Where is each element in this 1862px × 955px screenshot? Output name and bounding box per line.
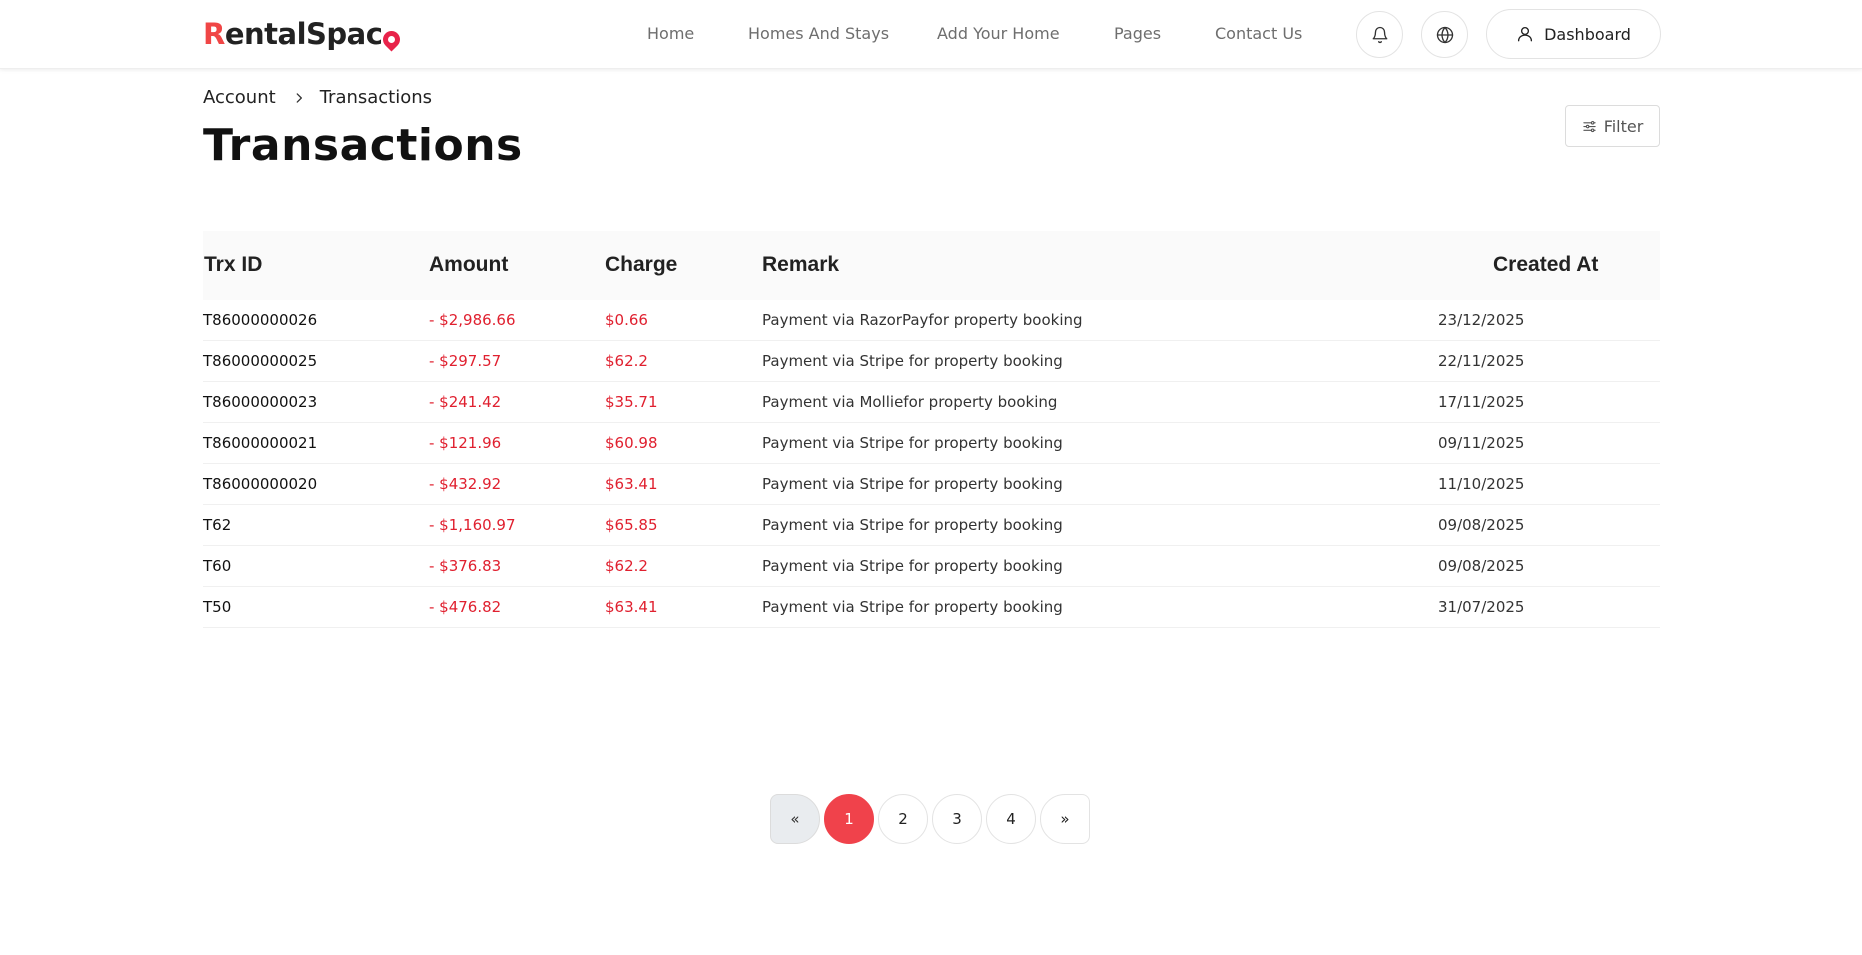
pagination-page-4[interactable]: 4	[986, 794, 1036, 844]
chevron-right-icon	[292, 91, 306, 105]
pagination: « 1 2 3 4 »	[770, 794, 1090, 844]
cell-charge: $65.85	[605, 516, 658, 534]
table-row: T86000000021 - $121.96 $60.98 Payment via S…	[203, 423, 1660, 464]
cell-remark: Payment via Stripe for property booking	[762, 475, 1063, 493]
page-title: Transactions	[203, 120, 523, 171]
transactions-table: Trx ID Amount Charge Remark Created At T…	[203, 231, 1660, 628]
cell-trx-id: T86000000023	[203, 393, 318, 411]
breadcrumb-current: Transactions	[319, 87, 433, 108]
cell-amount: - $241.42	[429, 393, 502, 411]
pagination-next-button[interactable]: »	[1040, 794, 1090, 844]
table-row: T86000000025 - $297.57 $62.2 Payment via St…	[203, 341, 1660, 382]
cell-remark: Payment via Molliefor property booking	[762, 393, 1058, 411]
cell-trx-id: T86000000020	[203, 475, 318, 493]
cell-charge: $63.41	[605, 598, 658, 616]
cell-amount: - $1,160.97	[429, 516, 516, 534]
table-row: T86000000026 - $2,986.66 $0.66 Payment via …	[203, 300, 1660, 341]
nav-contact-us[interactable]: Contact Us	[1215, 24, 1302, 43]
cell-created-at: 09/08/2025	[1438, 557, 1525, 575]
table-row: T50 - $476.82 $63.41 Payment via Stripe for…	[203, 587, 1660, 628]
cell-charge: $62.2	[605, 557, 648, 575]
column-header-trx-id: Trx ID	[204, 253, 263, 276]
pagination-page-2[interactable]: 2	[878, 794, 928, 844]
cell-charge: $63.41	[605, 475, 658, 493]
breadcrumb: Account Transactions	[203, 87, 432, 108]
top-navbar: RentalSpac Home Homes And Stays Add Your…	[0, 0, 1862, 69]
cell-remark: Payment via Stripe for property booking	[762, 352, 1063, 370]
column-header-charge: Charge	[605, 253, 678, 276]
table-row: T62 - $1,160.97 $65.85 Payment via Stripe f…	[203, 505, 1660, 546]
cell-created-at: 11/10/2025	[1438, 475, 1525, 493]
cell-created-at: 09/11/2025	[1438, 434, 1525, 452]
cell-amount: - $376.83	[429, 557, 502, 575]
column-header-created-at: Created At	[1493, 253, 1599, 276]
cell-amount: - $432.92	[429, 475, 502, 493]
nav-add-your-home[interactable]: Add Your Home	[937, 24, 1060, 43]
pagination-page-1[interactable]: 1	[824, 794, 874, 844]
user-icon	[1518, 26, 1533, 42]
table-row: T86000000023 - $241.42 $35.71 Payment via M…	[203, 382, 1660, 423]
cell-trx-id: T50	[203, 598, 232, 616]
rentalspace-logo[interactable]: RentalSpac	[203, 15, 404, 53]
table-row: T60 - $376.83 $62.2 Payment via Stripe for …	[203, 546, 1660, 587]
dashboard-label: Dashboard	[1544, 24, 1631, 44]
nav-homes-and-stays[interactable]: Homes And Stays	[748, 24, 889, 43]
cell-amount: - $2,986.66	[429, 311, 516, 329]
dashboard-button[interactable]: Dashboard	[1486, 9, 1661, 59]
cell-remark: Payment via Stripe for property booking	[762, 516, 1063, 534]
table-header: Trx ID Amount Charge Remark Created At	[203, 231, 1660, 300]
cell-amount: - $297.57	[429, 352, 502, 370]
pagination-page-3[interactable]: 3	[932, 794, 982, 844]
cell-remark: Payment via RazorPayfor property booking	[762, 311, 1083, 329]
cell-charge: $0.66	[605, 311, 648, 329]
table-body: T86000000026 - $2,986.66 $0.66 Payment via …	[203, 300, 1660, 628]
column-header-remark: Remark	[762, 253, 840, 276]
cell-charge: $60.98	[605, 434, 658, 452]
filter-label: Filter	[1603, 116, 1644, 136]
cell-trx-id: T60	[203, 557, 232, 575]
cell-remark: Payment via Stripe for property booking	[762, 434, 1063, 452]
cell-created-at: 31/07/2025	[1438, 598, 1525, 616]
cell-created-at: 23/12/2025	[1438, 311, 1525, 329]
bell-icon	[1372, 26, 1387, 43]
cell-trx-id: T86000000026	[203, 311, 318, 329]
cell-remark: Payment via Stripe for property booking	[762, 598, 1063, 616]
cell-charge: $35.71	[605, 393, 658, 411]
cell-charge: $62.2	[605, 352, 648, 370]
logo-text: entalSpac	[224, 17, 383, 51]
cell-amount: - $476.82	[429, 598, 502, 616]
cell-trx-id: T62	[203, 516, 232, 534]
table-row: T86000000020 - $432.92 $63.41 Payment via S…	[203, 464, 1660, 505]
nav-pages[interactable]: Pages	[1114, 24, 1161, 43]
cell-trx-id: T86000000025	[203, 352, 318, 370]
sliders-icon	[1583, 120, 1596, 132]
filter-button[interactable]: Filter	[1565, 105, 1660, 147]
column-header-amount: Amount	[429, 253, 509, 276]
notification-button[interactable]	[1356, 11, 1403, 58]
logo-pin-icon	[379, 26, 404, 52]
nav-home[interactable]: Home	[647, 24, 694, 43]
breadcrumb-account[interactable]: Account	[203, 87, 276, 108]
logo-letter-r: R	[203, 17, 225, 51]
pagination-prev-button[interactable]: «	[770, 794, 820, 844]
cell-created-at: 09/08/2025	[1438, 516, 1525, 534]
cell-created-at: 17/11/2025	[1438, 393, 1525, 411]
cell-trx-id: T86000000021	[203, 434, 318, 452]
globe-icon	[1436, 26, 1453, 43]
cell-remark: Payment via Stripe for property booking	[762, 557, 1063, 575]
cell-created-at: 22/11/2025	[1438, 352, 1525, 370]
language-button[interactable]	[1421, 11, 1468, 58]
cell-amount: - $121.96	[429, 434, 502, 452]
